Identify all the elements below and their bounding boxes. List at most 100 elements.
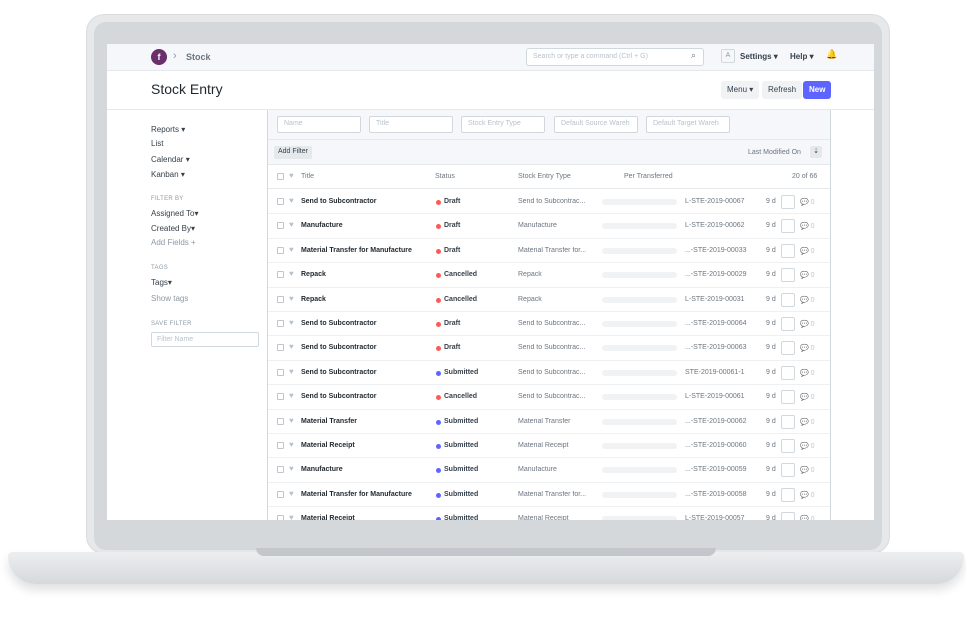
comment-count[interactable]: 💬 0	[800, 320, 815, 328]
table-row[interactable]: ♥ Send to Subcontractor Draft Send to Subco…	[268, 312, 830, 337]
refresh-button[interactable]: Refresh	[762, 81, 803, 99]
row-checkbox[interactable]	[277, 320, 284, 327]
filter-name-input[interactable]: Filter Name	[151, 332, 259, 347]
row-checkbox[interactable]	[277, 271, 284, 279]
add-filter-button[interactable]: Add Filter	[274, 146, 312, 159]
comment-count[interactable]: 💬 0	[800, 491, 815, 499]
comment-count[interactable]: 💬 0	[800, 198, 815, 206]
row-title[interactable]: Send to Subcontractor	[301, 393, 376, 400]
assign-avatar[interactable]	[781, 219, 795, 234]
row-title[interactable]: Manufacture	[301, 222, 343, 229]
assign-avatar[interactable]	[781, 390, 795, 405]
select-all-checkbox[interactable]	[277, 173, 284, 180]
table-row[interactable]: ♥ Material Transfer for Manufacture Submit…	[268, 482, 830, 508]
comment-count[interactable]: 💬 0	[800, 222, 815, 230]
heart-icon[interactable]: ♥	[289, 220, 294, 229]
heart-icon[interactable]: ♥	[289, 245, 294, 254]
heart-icon[interactable]: ♥	[289, 294, 294, 303]
row-checkbox[interactable]	[277, 466, 284, 474]
heart-icon[interactable]: ♥	[289, 440, 294, 449]
comment-count[interactable]: 💬 0	[800, 344, 815, 352]
row-title[interactable]: Material Transfer for Manufacture	[301, 247, 412, 254]
table-row[interactable]: ♥ Repack Cancelled Repack L-STE-2019-00031 9 …	[268, 287, 830, 312]
row-title[interactable]: Repack	[301, 271, 326, 278]
table-row[interactable]: ♥ Material Transfer Submitted Material Tran…	[268, 409, 830, 434]
heart-icon[interactable]: ♥	[289, 489, 294, 498]
row-title[interactable]: Send to Subcontractor	[301, 369, 376, 376]
sort-order-icon[interactable]: ⇣	[810, 146, 822, 158]
comment-count[interactable]: 💬 0	[800, 296, 815, 304]
row-checkbox[interactable]	[277, 515, 284, 520]
bell-icon[interactable]: 🔔	[826, 49, 837, 60]
row-checkbox[interactable]	[277, 417, 284, 425]
title-filter-input[interactable]: Title	[369, 116, 453, 133]
row-title[interactable]: Material Transfer	[301, 418, 357, 425]
row-title[interactable]: Send to Subcontractor	[301, 344, 376, 351]
table-row[interactable]: ♥ Send to Subcontractor Draft Send to Subco…	[268, 190, 830, 215]
heart-icon[interactable]: ♥	[289, 196, 294, 205]
sort-selector[interactable]: Last Modified On	[748, 149, 801, 156]
sidebar-item-created-by[interactable]: Created By▾	[151, 224, 195, 233]
table-row[interactable]: ♥ Material Receipt Submitted Material Recei…	[268, 434, 830, 459]
assign-avatar[interactable]	[781, 414, 795, 429]
table-row[interactable]: ♥ Send to Subcontractor Submitted Send to S…	[268, 360, 830, 386]
row-title[interactable]: Material Transfer for Manufacture	[301, 491, 412, 498]
assign-avatar[interactable]	[781, 292, 795, 307]
row-checkbox[interactable]	[277, 295, 284, 303]
breadcrumb[interactable]: Stock	[186, 52, 211, 62]
row-checkbox[interactable]	[277, 198, 284, 205]
app-logo[interactable]: f	[151, 49, 167, 65]
assign-avatar[interactable]	[781, 243, 795, 258]
table-row[interactable]: ♥ Send to Subcontractor Draft Send to Subco…	[268, 336, 830, 361]
default-target-warehouse-filter-input[interactable]: Default Target Wareh	[646, 116, 730, 133]
assign-avatar[interactable]	[781, 317, 795, 331]
assign-avatar[interactable]	[781, 487, 795, 502]
search-input[interactable]: Search or type a command (Ctrl + G)	[526, 48, 704, 66]
row-checkbox[interactable]	[277, 222, 284, 230]
assign-avatar[interactable]	[781, 195, 795, 209]
heart-icon[interactable]: ♥	[289, 269, 294, 278]
row-title[interactable]: Material Receipt	[301, 515, 355, 520]
comment-count[interactable]: 💬 0	[800, 418, 815, 426]
assign-avatar[interactable]	[781, 268, 795, 283]
row-checkbox[interactable]	[277, 442, 284, 449]
table-row[interactable]: ♥ Manufacture Draft Manufacture L-STE-2019-0…	[268, 214, 830, 239]
assign-avatar[interactable]	[781, 365, 795, 380]
row-title[interactable]: Send to Subcontractor	[301, 320, 376, 327]
comment-count[interactable]: 💬 0	[800, 442, 815, 450]
heart-icon[interactable]: ♥	[289, 513, 294, 520]
sidebar-item-list[interactable]: List	[151, 139, 163, 148]
assign-avatar[interactable]	[781, 512, 795, 520]
column-stock-entry-type[interactable]: Stock Entry Type	[518, 173, 571, 180]
sidebar-item-assigned-to[interactable]: Assigned To▾	[151, 209, 198, 218]
assign-avatar[interactable]	[781, 341, 795, 356]
comment-count[interactable]: 💬 0	[800, 466, 815, 474]
row-title[interactable]: Manufacture	[301, 466, 343, 473]
sidebar-item-calendar[interactable]: Calendar ▾	[151, 155, 190, 164]
column-title[interactable]: Title	[301, 173, 314, 180]
table-row[interactable]: ♥ Material Transfer for Manufacture Draft M…	[268, 238, 830, 264]
table-row[interactable]: ♥ Material Receipt Submitted Material Recei…	[268, 507, 830, 520]
default-source-warehouse-filter-input[interactable]: Default Source Wareh	[554, 116, 638, 133]
new-button[interactable]: New	[803, 81, 832, 99]
sidebar-item-tags[interactable]: Tags▾	[151, 278, 172, 287]
heart-icon[interactable]: ♥	[289, 391, 294, 400]
comment-count[interactable]: 💬 0	[800, 393, 815, 401]
stock-entry-type-filter-input[interactable]: Stock Entry Type	[461, 116, 545, 133]
heart-icon[interactable]: ♥	[289, 342, 294, 351]
comment-count[interactable]: 💬 0	[800, 271, 815, 279]
heart-icon[interactable]: ♥	[289, 416, 294, 425]
column-per-transferred[interactable]: Per Transferred	[624, 173, 673, 180]
sidebar-item-kanban[interactable]: Kanban ▾	[151, 170, 185, 179]
row-checkbox[interactable]	[277, 393, 284, 401]
search-icon[interactable]: ⌕	[691, 50, 696, 61]
heart-icon[interactable]: ♥	[289, 464, 294, 473]
table-row[interactable]: ♥ Manufacture Submitted Manufacture ...-STE-…	[268, 458, 830, 483]
comment-count[interactable]: 💬 0	[800, 247, 815, 255]
table-row[interactable]: ♥ Send to Subcontractor Cancelled Send to S…	[268, 385, 830, 410]
table-row[interactable]: ♥ Repack Cancelled Repack ...-STE-2019-00029…	[268, 263, 830, 288]
assign-avatar[interactable]	[781, 463, 795, 478]
row-checkbox[interactable]	[277, 344, 284, 352]
settings-dropdown[interactable]: Settings ▾	[740, 52, 778, 61]
comment-count[interactable]: 💬 0	[800, 515, 815, 520]
